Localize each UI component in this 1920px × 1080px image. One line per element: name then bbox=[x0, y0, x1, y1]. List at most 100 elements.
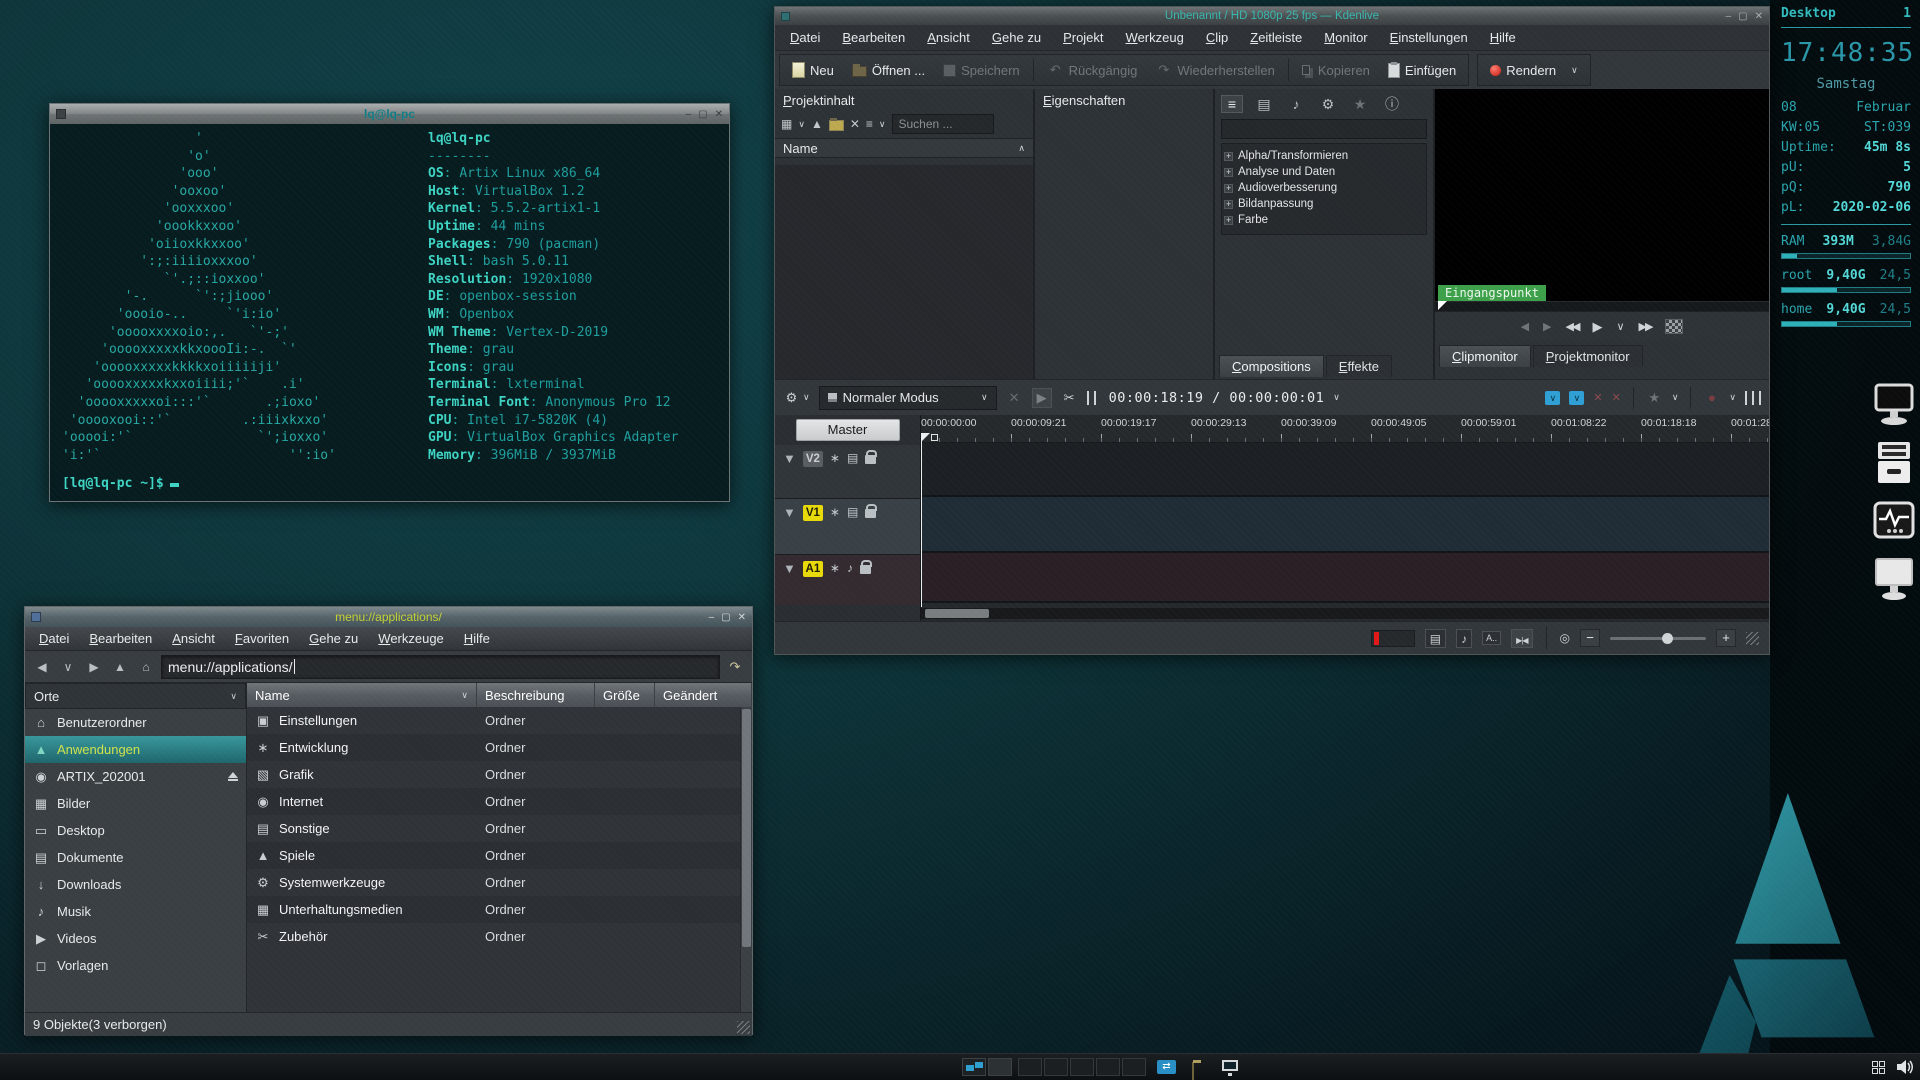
undo-button[interactable]: ↶ Rückgängig bbox=[1039, 59, 1146, 81]
audio-effects-icon[interactable]: ♪ bbox=[1285, 96, 1307, 112]
redo-button[interactable]: ↷ Wiederherstellen bbox=[1147, 59, 1283, 81]
copy-button[interactable]: Kopieren bbox=[1294, 60, 1378, 81]
expand-icon[interactable]: + bbox=[1224, 151, 1233, 161]
category-bildanpassung[interactable]: + Bildanpassung bbox=[1224, 196, 1424, 212]
places-selector[interactable]: Orte ∨ bbox=[25, 683, 246, 709]
zone-mode-icon[interactable] bbox=[1665, 319, 1684, 334]
monitor-screen[interactable]: Eingangspunkt bbox=[1435, 89, 1769, 310]
zoom-out-button[interactable]: − bbox=[1580, 629, 1600, 647]
fit-zoom-icon[interactable]: ◎ bbox=[1560, 631, 1570, 645]
menu-projekt[interactable]: Projekt bbox=[1052, 27, 1114, 48]
menu-werkzeug[interactable]: Werkzeug bbox=[1115, 27, 1195, 48]
sidebar-item-desktop[interactable]: ▭ Desktop bbox=[25, 817, 246, 844]
playhead-line[interactable] bbox=[921, 433, 922, 607]
address-bar[interactable]: menu://applications/ bbox=[161, 654, 720, 679]
menu-werkzeuge[interactable]: Werkzeuge bbox=[368, 629, 454, 648]
track-label[interactable]: A1 bbox=[802, 561, 823, 577]
add-clip-icon[interactable]: ▦ bbox=[781, 117, 792, 131]
task-slot[interactable] bbox=[1070, 1058, 1094, 1076]
lock-icon[interactable] bbox=[859, 560, 872, 574]
dock-screen-icon[interactable] bbox=[1873, 557, 1915, 601]
scrollbar-thumb[interactable] bbox=[742, 709, 751, 947]
kdenlive-titlebar[interactable]: Unbenannt / HD 1080p 25 fps — Kdenlive –… bbox=[775, 7, 1769, 25]
workspace-grid-icon[interactable] bbox=[1872, 1061, 1885, 1074]
scrollbar-thumb[interactable] bbox=[925, 609, 989, 618]
column-header-name[interactable]: Name ∨ bbox=[247, 683, 477, 707]
menu-ansicht[interactable]: Ansicht bbox=[916, 27, 981, 48]
forward-icon[interactable]: ▶ bbox=[83, 660, 105, 674]
lock-icon[interactable] bbox=[865, 504, 878, 518]
file-row-sonstige[interactable]: ▤ Sonstige Ordner bbox=[247, 815, 752, 842]
column-header-geaendert[interactable]: Geändert bbox=[655, 683, 752, 707]
workspace-2[interactable] bbox=[988, 1058, 1012, 1076]
resize-grip[interactable] bbox=[1746, 631, 1759, 645]
show-video-thumbnails-button[interactable]: ▤ bbox=[1424, 628, 1447, 648]
open-button[interactable]: Öffnen ... bbox=[844, 60, 933, 81]
close-button[interactable]: ✕ bbox=[1755, 11, 1763, 22]
sidebar-item-downloads[interactable]: ↓ Downloads bbox=[25, 871, 246, 898]
track-target-icon[interactable]: ▼ bbox=[783, 561, 796, 576]
chevron-down-icon[interactable]: ∨ bbox=[1729, 392, 1736, 403]
column-header-beschreibung[interactable]: Beschreibung bbox=[477, 683, 595, 707]
up-icon[interactable]: ▲ bbox=[109, 660, 131, 674]
favorite-effects-icon[interactable]: ★ bbox=[1646, 390, 1663, 406]
skip-start-icon[interactable]: ◀ bbox=[1521, 320, 1529, 333]
menu-favoriten[interactable]: Favoriten bbox=[225, 629, 299, 648]
audio-icon[interactable]: ♪ bbox=[847, 561, 853, 575]
close-button[interactable]: ✕ bbox=[738, 612, 746, 623]
maximize-button[interactable]: ▢ bbox=[698, 109, 707, 120]
expand-icon[interactable]: + bbox=[1224, 199, 1233, 209]
track-lane-v1[interactable] bbox=[921, 497, 1769, 553]
sidebar-item-bilder[interactable]: ▦ Bilder bbox=[25, 790, 246, 817]
lift-zone-icon[interactable]: ✕ bbox=[1612, 391, 1621, 404]
file-row-unterhaltungsmedien[interactable]: ▦ Unterhaltungsmedien Ordner bbox=[247, 896, 752, 923]
workspace-1[interactable] bbox=[962, 1058, 986, 1076]
menu-einstellungen[interactable]: Einstellungen bbox=[1379, 27, 1479, 48]
lock-icon[interactable] bbox=[865, 450, 878, 464]
show-markers-button[interactable]: A.. bbox=[1482, 631, 1502, 645]
zone-point-icon[interactable] bbox=[931, 434, 938, 441]
effects-search-input[interactable] bbox=[1221, 119, 1427, 139]
maximize-button[interactable]: ▢ bbox=[721, 612, 730, 623]
wrench-icon[interactable]: ⚙ bbox=[783, 390, 800, 406]
create-folder-icon[interactable] bbox=[828, 118, 844, 131]
sidebar-item-musik[interactable]: ♪ Musik bbox=[25, 898, 246, 925]
info-icon[interactable]: ⓘ bbox=[1381, 94, 1403, 114]
sidebar-item-dokumente[interactable]: ▤ Dokumente bbox=[25, 844, 246, 871]
menu-monitor[interactable]: Monitor bbox=[1313, 27, 1378, 48]
minimize-button[interactable]: – bbox=[709, 612, 715, 623]
effects-icon[interactable]: ∗ bbox=[830, 505, 840, 519]
up-icon[interactable]: ▲ bbox=[811, 117, 823, 131]
expand-icon[interactable]: + bbox=[1224, 215, 1233, 225]
effects-icon[interactable]: ∗ bbox=[830, 561, 840, 575]
jump-to-icon[interactable]: ↷ bbox=[724, 659, 746, 675]
close-button[interactable]: ✕ bbox=[715, 109, 723, 120]
play-icon[interactable]: ▶ bbox=[1592, 319, 1602, 335]
sidebar-item-vorlagen[interactable]: ◻ Vorlagen bbox=[25, 952, 246, 979]
dock-display-icon[interactable] bbox=[1873, 383, 1915, 427]
back-icon[interactable]: ◀ bbox=[31, 660, 53, 674]
skip-end-icon[interactable]: ▶ bbox=[1543, 320, 1551, 333]
minimize-button[interactable]: – bbox=[686, 109, 692, 120]
zoom-in-button[interactable]: + bbox=[1716, 629, 1736, 647]
render-button[interactable]: Rendern ∨ bbox=[1482, 60, 1585, 81]
menu-ansicht[interactable]: Ansicht bbox=[162, 629, 225, 648]
task-slot[interactable] bbox=[1044, 1058, 1068, 1076]
timeline-horizontal-scrollbar[interactable] bbox=[921, 608, 1769, 619]
track-header-a1[interactable]: ▼ A1 ∗ ♪ bbox=[775, 555, 920, 605]
monitor-zone-bar[interactable] bbox=[1435, 301, 1769, 311]
tab-effekte[interactable]: Effekte bbox=[1325, 355, 1392, 377]
insert-zone-icon[interactable]: ∨ bbox=[1569, 390, 1585, 405]
expand-icon[interactable]: + bbox=[1224, 167, 1233, 177]
resize-grip[interactable] bbox=[737, 1021, 750, 1034]
list-view-icon[interactable]: ≡ bbox=[1221, 95, 1243, 113]
track-lane-v2[interactable] bbox=[921, 443, 1769, 497]
save-button[interactable]: Speichern bbox=[935, 60, 1028, 81]
file-row-einstellungen[interactable]: ▣ Einstellungen Ordner bbox=[247, 707, 752, 734]
file-row-systemwerkzeuge[interactable]: ⚙ Systemwerkzeuge Ordner bbox=[247, 869, 752, 896]
category-alpha-transformieren[interactable]: + Alpha/Transformieren bbox=[1224, 148, 1424, 164]
menu-zeitleiste[interactable]: Zeitleiste bbox=[1239, 27, 1313, 48]
menu-gehe-zu[interactable]: Gehe zu bbox=[981, 27, 1052, 48]
project-column-header[interactable]: Name ∧ bbox=[775, 138, 1033, 158]
history-chevron-icon[interactable]: ∨ bbox=[57, 660, 79, 674]
